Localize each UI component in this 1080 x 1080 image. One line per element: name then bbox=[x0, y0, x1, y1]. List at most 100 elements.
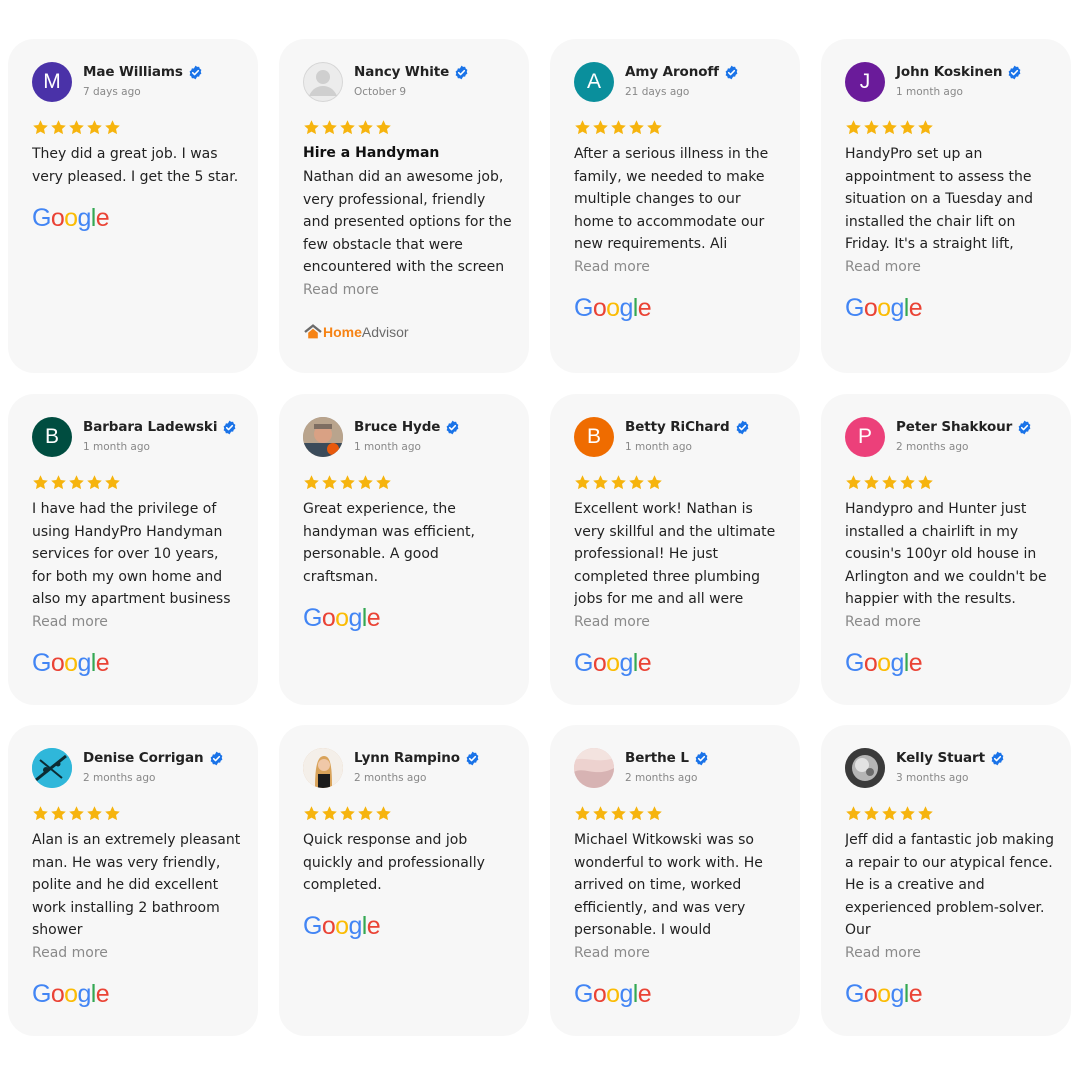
review-card: Kelly Stuart 3 months ago Jeff did a fan… bbox=[821, 725, 1071, 1036]
avatar-initial: B bbox=[44, 425, 59, 448]
google-logo[interactable]: Google bbox=[845, 294, 923, 323]
reviewer-name[interactable]: Betty RiChard bbox=[625, 419, 730, 435]
verified-badge-icon bbox=[222, 420, 237, 435]
reviewer-name[interactable]: Barbara Ladewski bbox=[83, 419, 217, 435]
star-icon bbox=[375, 119, 392, 136]
star-icon bbox=[86, 119, 103, 136]
reviewer-name[interactable]: Bruce Hyde bbox=[354, 419, 440, 435]
star-icon bbox=[646, 119, 663, 136]
google-logo-letter: g bbox=[348, 604, 362, 632]
google-logo-letter: g bbox=[619, 294, 633, 322]
google-logo[interactable]: Google bbox=[574, 980, 652, 1009]
read-more-link[interactable]: Read more bbox=[574, 945, 650, 961]
review-card: M Mae Williams 7 days ago They did a gre… bbox=[8, 39, 258, 373]
google-logo-letter: G bbox=[574, 980, 593, 1008]
google-logo[interactable]: Google bbox=[32, 204, 110, 233]
reviewer-name[interactable]: Amy Aronoff bbox=[625, 64, 719, 80]
review-date: 1 month ago bbox=[354, 441, 421, 453]
read-more-link[interactable]: Read more bbox=[574, 614, 650, 630]
review-card: J John Koskinen 1 month ago HandyPro set… bbox=[821, 39, 1071, 373]
star-icon bbox=[899, 805, 916, 822]
avatar: A bbox=[574, 62, 614, 102]
star-icon bbox=[104, 119, 121, 136]
google-logo-letter: g bbox=[77, 204, 91, 232]
review-header: Denise Corrigan 2 months ago bbox=[32, 748, 242, 790]
review-header: Nancy White October 9 bbox=[303, 62, 513, 104]
google-logo-letter: o bbox=[863, 294, 878, 322]
review-header: B Betty RiChard 1 month ago bbox=[574, 417, 784, 459]
star-icon bbox=[628, 474, 645, 491]
google-logo[interactable]: Google bbox=[845, 649, 923, 678]
avatar-initial: P bbox=[857, 425, 872, 448]
star-icon bbox=[628, 805, 645, 822]
star-icon bbox=[303, 805, 320, 822]
reviews-grid: M Mae Williams 7 days ago They did a gre… bbox=[0, 0, 1080, 1080]
reviewer-name[interactable]: Berthe L bbox=[625, 750, 689, 766]
star-icon bbox=[68, 119, 85, 136]
star-icon bbox=[628, 119, 645, 136]
google-logo-letter: o bbox=[321, 604, 336, 632]
star-icon bbox=[339, 474, 356, 491]
review-date: 2 months ago bbox=[83, 772, 156, 784]
star-icon bbox=[339, 119, 356, 136]
review-text: Alan is an extremely pleasant man. He wa… bbox=[32, 832, 241, 939]
read-more-link[interactable]: Read more bbox=[32, 614, 108, 630]
avatar: P bbox=[845, 417, 885, 457]
review-card: Lynn Rampino 2 months ago Quick response… bbox=[279, 725, 529, 1036]
read-more-link[interactable]: Read more bbox=[845, 945, 921, 961]
google-logo-letter: e bbox=[908, 649, 923, 677]
verified-badge-icon bbox=[735, 420, 750, 435]
star-icon bbox=[574, 119, 591, 136]
star-rating bbox=[303, 119, 392, 136]
read-more-link[interactable]: Read more bbox=[845, 259, 921, 275]
star-icon bbox=[32, 474, 49, 491]
verified-badge-icon bbox=[465, 751, 480, 766]
star-icon bbox=[863, 119, 880, 136]
read-more-link[interactable]: Read more bbox=[845, 614, 921, 630]
google-logo-letter: o bbox=[50, 649, 65, 677]
google-logo-letter: G bbox=[574, 649, 593, 677]
google-logo[interactable]: Google bbox=[574, 649, 652, 678]
reviewer-name[interactable]: Peter Shakkour bbox=[896, 419, 1012, 435]
google-logo-letter: o bbox=[863, 649, 878, 677]
avatar bbox=[845, 748, 885, 788]
avatar: M bbox=[32, 62, 72, 102]
google-logo[interactable]: Google bbox=[574, 294, 652, 323]
star-icon bbox=[881, 474, 898, 491]
star-icon bbox=[375, 474, 392, 491]
google-logo[interactable]: Google bbox=[303, 912, 381, 941]
reviewer-name[interactable]: John Koskinen bbox=[896, 64, 1003, 80]
google-logo[interactable]: Google bbox=[303, 604, 381, 633]
google-logo-letter: g bbox=[890, 649, 904, 677]
google-logo[interactable]: Google bbox=[32, 649, 110, 678]
read-more-link[interactable]: Read more bbox=[32, 945, 108, 961]
star-rating bbox=[845, 119, 934, 136]
star-icon bbox=[592, 119, 609, 136]
google-logo[interactable]: Google bbox=[32, 980, 110, 1009]
reviewer-name[interactable]: Kelly Stuart bbox=[896, 750, 985, 766]
review-card: P Peter Shakkour 2 months ago Handypro a… bbox=[821, 394, 1071, 705]
google-logo-letter: G bbox=[574, 294, 593, 322]
homeadvisor-logo[interactable]: Home Advisor bbox=[303, 324, 409, 340]
reviewer-name[interactable]: Lynn Rampino bbox=[354, 750, 460, 766]
avatar-initial: B bbox=[586, 425, 601, 448]
star-icon bbox=[104, 805, 121, 822]
star-icon bbox=[610, 119, 627, 136]
read-more-link[interactable]: Read more bbox=[303, 282, 379, 298]
google-logo-letter: o bbox=[64, 204, 78, 232]
reviewer-name[interactable]: Denise Corrigan bbox=[83, 750, 204, 766]
star-icon bbox=[321, 474, 338, 491]
review-header: Bruce Hyde 1 month ago bbox=[303, 417, 513, 459]
review-date: 1 month ago bbox=[83, 441, 150, 453]
google-logo-letter: o bbox=[64, 649, 78, 677]
star-icon bbox=[845, 474, 862, 491]
review-card: Denise Corrigan 2 months ago Alan is an … bbox=[8, 725, 258, 1036]
read-more-link[interactable]: Read more bbox=[574, 259, 650, 275]
reviewer-name[interactable]: Mae Williams bbox=[83, 64, 183, 80]
google-logo-letter: G bbox=[845, 649, 864, 677]
reviewer-name[interactable]: Nancy White bbox=[354, 64, 449, 80]
google-logo[interactable]: Google bbox=[845, 980, 923, 1009]
review-date: 2 months ago bbox=[896, 441, 969, 453]
review-text: I have had the privilege of using HandyP… bbox=[32, 501, 231, 608]
star-rating bbox=[574, 119, 663, 136]
